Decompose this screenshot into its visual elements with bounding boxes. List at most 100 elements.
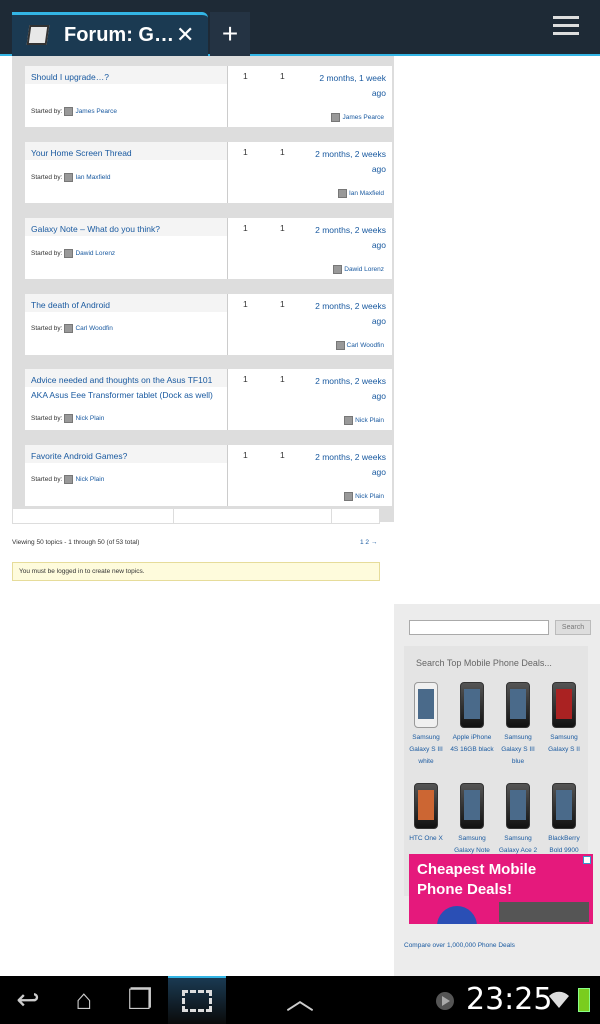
phone-deal-item[interactable]: Apple iPhone 4S 16GB black	[450, 682, 494, 756]
phone-image	[552, 783, 576, 829]
last-poster-link[interactable]: James Pearce	[342, 114, 384, 121]
phone-image	[460, 783, 484, 829]
author-link[interactable]: James Pearce	[75, 108, 117, 115]
phone-image	[414, 783, 438, 829]
deals-heading[interactable]: Search Top Mobile Phone Deals...	[416, 658, 552, 668]
close-tab-icon[interactable]: ✕	[176, 22, 194, 48]
topic-row: Should I upgrade…? Started by: James Pear…	[25, 66, 392, 127]
author-link[interactable]: Dawid Lorenz	[75, 250, 115, 257]
new-tab-button[interactable]: +	[210, 12, 250, 56]
last-poster-link[interactable]: Nick Plain	[355, 493, 384, 500]
page-content: Should I upgrade…? Started by: James Pear…	[0, 56, 600, 976]
compare-deals-link[interactable]: Compare over 1,000,000 Phone Deals	[404, 942, 515, 949]
avatar	[64, 173, 74, 182]
overflow-menu-icon[interactable]	[553, 16, 579, 40]
topic-title-link[interactable]: The death of Android	[31, 298, 227, 313]
recent-apps-icon[interactable]: ❐	[118, 984, 162, 1016]
posts-count: 1	[280, 299, 285, 309]
avatar	[331, 113, 341, 122]
voices-count: 1	[243, 374, 248, 384]
author-link[interactable]: Nick Plain	[75, 476, 104, 483]
voices-count: 1	[243, 450, 248, 460]
chevron-up-icon[interactable]: ︿	[282, 984, 318, 1016]
freshness-link[interactable]: 2 months, 2 weeks ago	[308, 147, 386, 177]
phone-deal-item[interactable]: Samsung Galaxy S II	[542, 682, 586, 756]
phone-name: BlackBerry Bold 9900	[548, 835, 580, 854]
play-icon[interactable]	[436, 992, 454, 1010]
freshness-link[interactable]: 2 months, 2 weeks ago	[308, 299, 386, 329]
avatar	[337, 189, 347, 198]
phone-deal-item[interactable]: Samsung Galaxy Note	[450, 783, 494, 857]
phone-name: Samsung Galaxy S III blue	[501, 734, 535, 765]
phone-deal-item[interactable]: Samsung Galaxy S III white	[404, 682, 448, 768]
last-poster: Dawid Lorenz	[331, 265, 384, 274]
back-icon[interactable]: ↩	[8, 984, 48, 1016]
topic-title-link[interactable]: Should I upgrade…?	[31, 70, 227, 85]
voices-count: 1	[243, 223, 248, 233]
author-link[interactable]: Carl Woodfin	[75, 325, 112, 332]
search-button[interactable]: Search	[555, 620, 591, 635]
freshness-link[interactable]: 2 months, 2 weeks ago	[308, 223, 386, 253]
clock: 23:25	[466, 982, 553, 1017]
topic-row: Your Home Screen Thread Started by: Ian M…	[25, 142, 392, 203]
phone-deal-item[interactable]: BlackBerry Bold 9900	[542, 783, 586, 857]
posts-count: 1	[280, 450, 285, 460]
home-icon[interactable]: ⌂	[62, 984, 106, 1016]
table-footer	[12, 508, 380, 524]
phone-image	[506, 682, 530, 728]
phone-deal-item[interactable]: HTC One X	[404, 783, 448, 845]
avatar	[64, 324, 74, 333]
phone-name: Samsung Galaxy S II	[548, 734, 580, 753]
topic-started-by: Started by: Carl Woodfin	[31, 324, 113, 333]
topic-title-link[interactable]: Favorite Android Games?	[31, 449, 227, 464]
topic-started-by: Started by: Ian Maxfield	[31, 173, 111, 182]
screenshot-icon[interactable]	[168, 976, 226, 1024]
author-link[interactable]: Nick Plain	[75, 415, 104, 422]
avatar	[64, 249, 74, 258]
last-poster-link[interactable]: Nick Plain	[355, 417, 384, 424]
phone-deal-item[interactable]: Samsung Galaxy S III blue	[496, 682, 540, 768]
phone-image	[460, 682, 484, 728]
ad-phones-image	[499, 902, 589, 922]
page-icon	[26, 25, 50, 45]
topic-row: Favorite Android Games? Started by: Nick …	[25, 445, 392, 506]
topic-title-link[interactable]: Galaxy Note – What do you think?	[31, 222, 227, 237]
topic-started-by: Started by: Nick Plain	[31, 475, 105, 484]
topic-started-by: Started by: James Pearce	[31, 107, 117, 116]
advertisement[interactable]: Cheapest Mobile Phone Deals!	[409, 854, 593, 924]
voices-count: 1	[243, 71, 248, 81]
avatar	[64, 414, 74, 423]
avatar	[64, 475, 74, 484]
phone-name: HTC One X	[409, 835, 443, 842]
last-poster-link[interactable]: Carl Woodfin	[347, 342, 384, 349]
pagination-links[interactable]: 1 2 →	[360, 539, 377, 546]
last-poster-link[interactable]: Ian Maxfield	[349, 190, 384, 197]
phone-name: Samsung Galaxy Note	[454, 835, 490, 854]
topic-row: Advice needed and thoughts on the Asus T…	[25, 369, 392, 430]
last-poster-link[interactable]: Dawid Lorenz	[344, 266, 384, 273]
freshness-link[interactable]: 2 months, 1 week ago	[308, 71, 386, 101]
phone-name: Samsung Galaxy S III white	[409, 734, 443, 765]
voices-count: 1	[243, 147, 248, 157]
search-input[interactable]	[409, 620, 549, 635]
posts-count: 1	[280, 147, 285, 157]
phone-image	[552, 682, 576, 728]
avatar	[344, 416, 354, 425]
freshness-link[interactable]: 2 months, 2 weeks ago	[308, 450, 386, 480]
avatar	[335, 341, 345, 350]
avatar	[64, 107, 74, 116]
topic-title-link[interactable]: Your Home Screen Thread	[31, 146, 227, 161]
phone-name: Apple iPhone 4S 16GB black	[450, 734, 494, 753]
freshness-link[interactable]: 2 months, 2 weeks ago	[308, 374, 386, 404]
avatar	[333, 265, 343, 274]
browser-tab[interactable]: Forum: G… ✕	[12, 12, 208, 56]
topic-started-by: Started by: Dawid Lorenz	[31, 249, 116, 258]
author-link[interactable]: Ian Maxfield	[75, 174, 110, 181]
topic-title-link[interactable]: Advice needed and thoughts on the Asus T…	[31, 373, 227, 403]
ad-info-icon[interactable]	[583, 856, 591, 864]
phone-deal-item[interactable]: Samsung Galaxy Ace 2	[496, 783, 540, 857]
ad-headline: Cheapest Mobile Phone Deals!	[417, 861, 537, 898]
phone-image	[506, 783, 530, 829]
ad-graphic	[437, 906, 477, 924]
topic-row: The death of Android Started by: Carl Woo…	[25, 294, 392, 355]
